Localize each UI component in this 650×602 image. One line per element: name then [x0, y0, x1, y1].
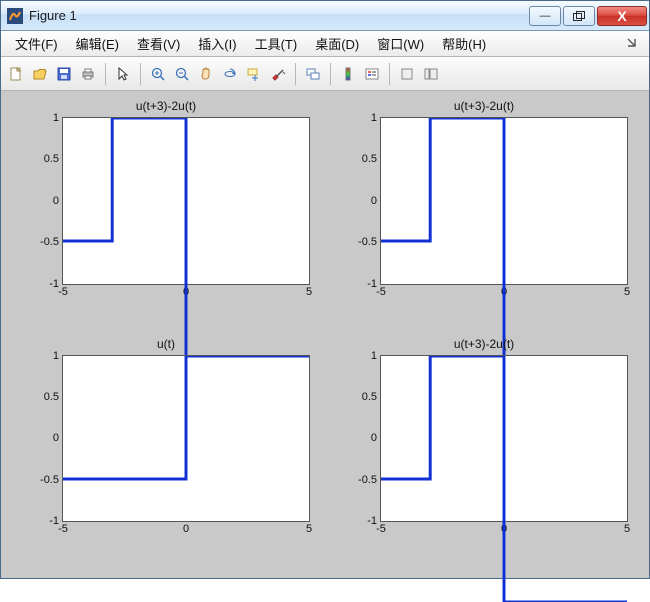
new-figure-button[interactable] — [5, 63, 27, 85]
new-file-icon — [8, 66, 24, 82]
toolbar-separator — [105, 63, 106, 85]
ytick-label: 0.5 — [44, 153, 63, 165]
pointer-icon — [115, 66, 131, 82]
window-title: Figure 1 — [29, 8, 529, 23]
ytick-label: -0.5 — [358, 474, 381, 486]
axes: -1 -0.5 0 0.5 1 -5 0 5 — [380, 355, 628, 523]
toolbar — [1, 57, 649, 91]
line-series — [381, 118, 627, 364]
colorbar-icon — [340, 66, 356, 82]
subplot-2[interactable]: u(t+3)-2u(t) -1 -0.5 0 0.5 1 -5 0 5 — [325, 97, 643, 335]
ytick-label: 0 — [53, 432, 63, 444]
axes: -1 -0.5 0 0.5 1 -5 0 5 — [380, 117, 628, 285]
subplot-4[interactable]: u(t+3)-2u(t) -1 -0.5 0 0.5 1 -5 0 5 — [325, 335, 643, 573]
toolbar-separator — [330, 63, 331, 85]
ytick-label: 0 — [53, 195, 63, 207]
subplot-3[interactable]: u(t) -1 -0.5 0 0.5 1 -5 0 5 — [7, 335, 325, 573]
toolbar-separator — [295, 63, 296, 85]
save-icon — [56, 66, 72, 82]
ytick-label: 1 — [53, 112, 63, 124]
legend-icon — [364, 66, 380, 82]
zoom-out-button[interactable] — [171, 63, 193, 85]
ytick-label: 0 — [371, 195, 381, 207]
rotate-button[interactable] — [219, 63, 241, 85]
ytick-label: -0.5 — [358, 236, 381, 248]
brush-button[interactable] — [267, 63, 289, 85]
print-button[interactable] — [77, 63, 99, 85]
zoom-out-icon — [174, 66, 190, 82]
line-series — [381, 356, 627, 602]
ytick-label: 0.5 — [362, 153, 381, 165]
ytick-label: -0.5 — [40, 236, 63, 248]
insert-colorbar-button[interactable] — [337, 63, 359, 85]
toolbar-separator — [140, 63, 141, 85]
zoom-in-button[interactable] — [147, 63, 169, 85]
show-plot-tools-button[interactable] — [420, 63, 442, 85]
subplot-grid: u(t+3)-2u(t) -1 -0.5 0 0.5 1 -5 0 5 t — [7, 97, 643, 572]
ytick-label: 0.5 — [362, 391, 381, 403]
subplot-1[interactable]: u(t+3)-2u(t) -1 -0.5 0 0.5 1 -5 0 5 t — [7, 97, 325, 335]
line-series — [63, 118, 309, 364]
linking-icon — [305, 66, 321, 82]
print-icon — [80, 66, 96, 82]
open-button[interactable] — [29, 63, 51, 85]
minimize-button[interactable]: — — [529, 6, 561, 26]
zoom-in-icon — [150, 66, 166, 82]
axes: -1 -0.5 0 0.5 1 -5 0 5 t — [62, 117, 310, 285]
rotate-3d-icon — [222, 66, 238, 82]
titlebar[interactable]: Figure 1 — X — [1, 1, 649, 31]
menu-insert[interactable]: 插入(I) — [190, 32, 244, 55]
maximize-icon — [573, 11, 585, 21]
plot-title: u(t+3)-2u(t) — [325, 337, 643, 351]
menu-view[interactable]: 查看(V) — [129, 32, 188, 55]
brush-icon — [270, 66, 286, 82]
ytick-label: 1 — [53, 350, 63, 362]
ytick-label: 0 — [371, 432, 381, 444]
menubar: 文件(F) 编辑(E) 查看(V) 插入(I) 工具(T) 桌面(D) 窗口(W… — [1, 31, 649, 57]
menu-desktop[interactable]: 桌面(D) — [307, 32, 367, 55]
axes: -1 -0.5 0 0.5 1 -5 0 5 — [62, 355, 310, 523]
menu-window[interactable]: 窗口(W) — [369, 32, 432, 55]
link-data-button[interactable] — [302, 63, 324, 85]
ytick-label: 1 — [371, 112, 381, 124]
show-tools-icon — [423, 66, 439, 82]
menu-file[interactable]: 文件(F) — [7, 32, 66, 55]
pointer-button[interactable] — [112, 63, 134, 85]
plot-title: u(t+3)-2u(t) — [325, 99, 643, 113]
hide-tools-icon — [399, 66, 415, 82]
ytick-label: 1 — [371, 350, 381, 362]
matlab-figure-icon — [7, 8, 23, 24]
plot-title: u(t+3)-2u(t) — [7, 99, 325, 113]
toolbar-anchor-icon[interactable] — [623, 34, 643, 53]
figure-client-area: u(t+3)-2u(t) -1 -0.5 0 0.5 1 -5 0 5 t — [1, 91, 649, 578]
figure-window: Figure 1 — X 文件(F) 编辑(E) 查看(V) 插入(I) 工具(… — [0, 0, 650, 579]
pan-button[interactable] — [195, 63, 217, 85]
toolbar-separator — [389, 63, 390, 85]
insert-legend-button[interactable] — [361, 63, 383, 85]
hide-plot-tools-button[interactable] — [396, 63, 418, 85]
menu-help[interactable]: 帮助(H) — [434, 32, 494, 55]
menu-tools[interactable]: 工具(T) — [247, 32, 306, 55]
line-series — [63, 356, 309, 602]
window-buttons: — X — [529, 6, 647, 26]
open-folder-icon — [32, 66, 48, 82]
pan-hand-icon — [198, 66, 214, 82]
ytick-label: 0.5 — [44, 391, 63, 403]
save-button[interactable] — [53, 63, 75, 85]
close-button[interactable]: X — [597, 6, 647, 26]
close-glyph: X — [617, 8, 626, 24]
data-cursor-button[interactable] — [243, 63, 265, 85]
data-cursor-icon — [246, 66, 262, 82]
plot-title: u(t) — [7, 337, 325, 351]
maximize-button[interactable] — [563, 6, 595, 26]
ytick-label: -0.5 — [40, 474, 63, 486]
menu-edit[interactable]: 编辑(E) — [68, 32, 127, 55]
minimize-glyph: — — [540, 10, 551, 22]
